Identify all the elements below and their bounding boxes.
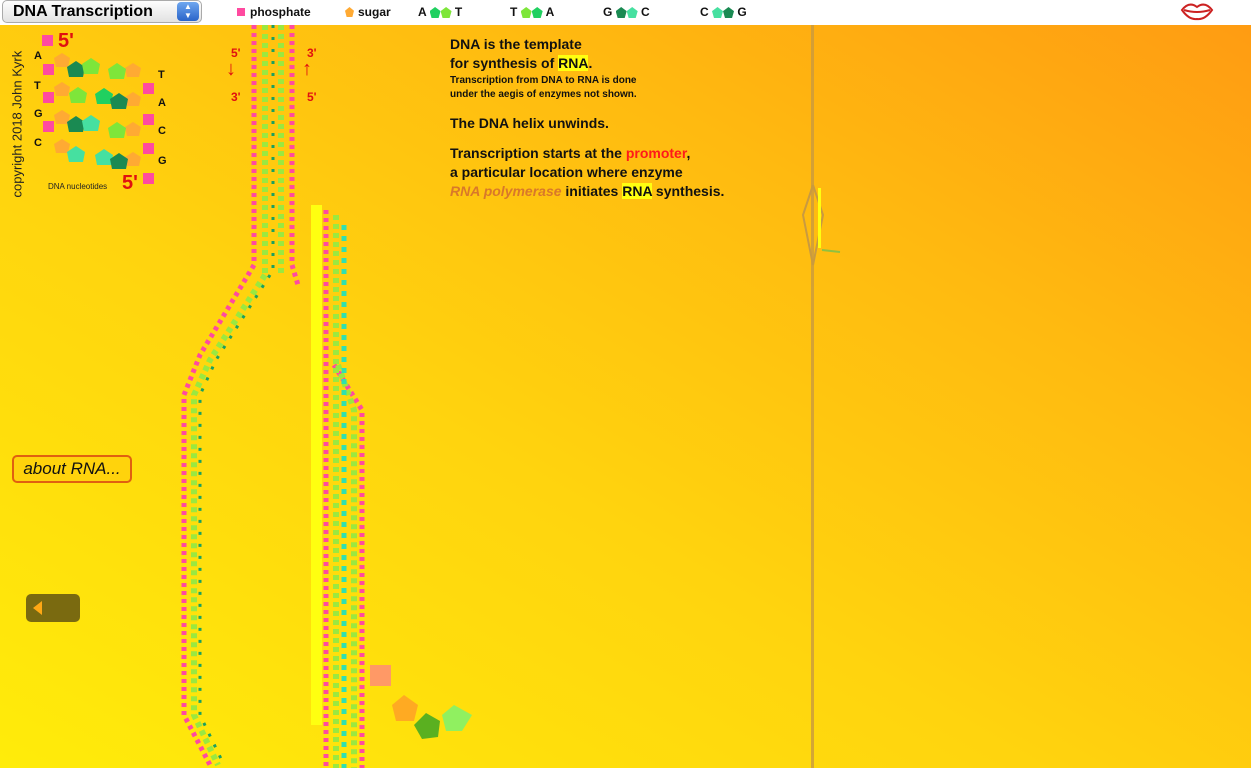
dna-top-strands [251, 25, 295, 275]
info-note: under the aegis of enzymes not shown. [450, 89, 637, 100]
dna-right-strand [289, 210, 365, 768]
cytosine-icon [626, 7, 638, 18]
info-line: Transcription starts at the promoter, [450, 145, 691, 161]
title-select-label: DNA Transcription [13, 3, 153, 20]
lips-icon[interactable] [1180, 1, 1214, 27]
dna-left-strand [181, 263, 272, 767]
info-note: Transcription from DNA to RNA is done [450, 75, 637, 86]
strand-label-right-bottom: 5' [307, 90, 317, 104]
top-toolbar: DNA Transcription ▲ ▼ phosphate sugar A T… [0, 0, 1251, 25]
rna-polymerase-term: RNA polymerase [450, 183, 562, 199]
adenine-icon [429, 7, 441, 18]
rna-transcript-bar [311, 205, 322, 725]
promoter-term: promoter [625, 145, 687, 161]
legend-pair-cg: C G [700, 5, 747, 19]
adenine-icon [531, 7, 543, 18]
incoming-nucleotide [370, 665, 472, 739]
arrow-down-icon: ↓ [226, 58, 236, 80]
legend-pair-gc: G C [603, 5, 650, 19]
phosphate-icon [237, 8, 245, 16]
info-line: a particular location where enzyme [450, 164, 683, 180]
rna-highlight: RNA [558, 55, 589, 71]
info-unwinds: The DNA helix unwinds. [450, 115, 609, 131]
overview-strand [811, 25, 814, 768]
thymine-icon [440, 7, 452, 18]
strand-label-left-bottom: 3' [231, 90, 241, 104]
overview-bubble[interactable] [798, 180, 848, 270]
sugar-icon [345, 7, 354, 17]
title-select[interactable]: DNA Transcription ▲ ▼ [2, 0, 202, 23]
legend-pair-at: A T [418, 5, 463, 19]
dna-helix-visual [181, 25, 472, 768]
arrow-up-icon: ↑ [302, 58, 312, 80]
guanine-icon [615, 7, 627, 18]
legend-pair-ta: T A [510, 5, 555, 19]
nucleotide-diagram [42, 35, 154, 184]
right-phosphate-column [143, 83, 154, 184]
info-line: DNA is the template [450, 36, 582, 52]
rna-highlight: RNA [622, 183, 653, 199]
left-phosphate-column [42, 35, 54, 132]
back-button[interactable] [26, 594, 80, 622]
legend-sugar: sugar [345, 5, 391, 19]
thymine-icon [520, 7, 532, 18]
select-arrows-icon: ▲ ▼ [177, 2, 199, 21]
info-line: for synthesis of RNA. [450, 55, 593, 71]
legend-phosphate: phosphate [237, 5, 311, 19]
info-panel: DNA is the template for synthesis of RNA… [450, 35, 724, 201]
info-line: RNA polymerase initiates RNA synthesis. [450, 183, 725, 199]
guanine-icon [723, 7, 735, 18]
cytosine-icon [712, 7, 724, 18]
back-arrow-icon [33, 601, 42, 615]
about-rna-button[interactable]: about RNA... [12, 455, 132, 483]
